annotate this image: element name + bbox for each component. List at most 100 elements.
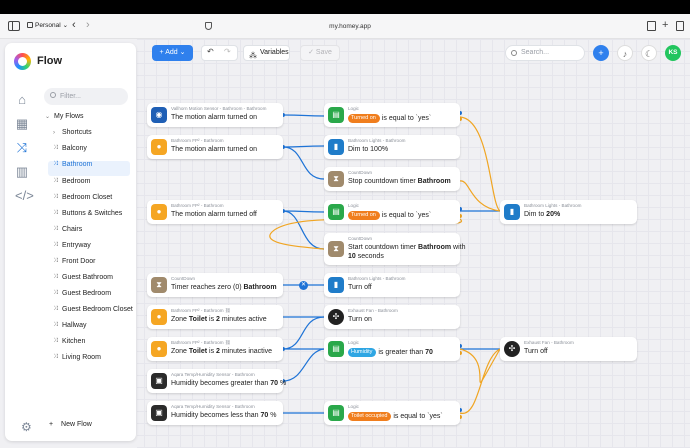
profile-selector[interactable]: Personal ⌄ [27,21,68,29]
sidebar-toggle-icon[interactable] [8,21,20,31]
trigger-card-motion-on-fp2[interactable]: ● Bathroom FP² - Bathroom The motion ala… [147,135,283,159]
card-text-bold: Toilet [188,348,208,355]
sidebar-item-balcony[interactable]: ⤨ Balcony [53,145,87,152]
logic-icon: ▤ [328,341,344,357]
flow-icon: ⤨ [53,194,58,200]
profile-icon [27,22,33,28]
action-card-start-countdown[interactable]: ⧗ CountDown Start countdown timer Bathro… [324,233,466,265]
chevron-down-icon: ⌄ [177,49,186,56]
trigger-card-humidity-less[interactable]: ▣ Aqara Temp/Humidity Sensor - Bathroom … [147,401,283,425]
sidebar-item-living-room[interactable]: ⤨ Living Room [53,354,101,361]
sidebar-item-front-door[interactable]: ⤨ Front Door [53,258,95,265]
card-text-part: Humidity becomes less than [171,412,261,419]
add-button[interactable]: + Add ⌄ [152,45,193,61]
filter-input[interactable]: Filter... [44,88,128,105]
card-text-part: minutes active [219,316,267,323]
sidebar-item-buttons-switches[interactable]: ⤨ Buttons & Switches [53,210,122,217]
sidebar-item-guest-bathroom[interactable]: ⤨ Guest Bathroom [53,274,113,281]
card-text: Dim to 20% [524,211,560,218]
motion-sensor-icon: ◉ [151,107,167,123]
sidebar-item-hallway[interactable]: ⤨ Hallway [53,322,87,329]
sidebar-item-bedroom-closet[interactable]: ⤨ Bedroom Closet [53,194,112,201]
sidebar-item-shortcuts[interactable]: › Shortcuts [53,129,92,136]
hourglass-icon: ⧗ [328,171,344,187]
avatar[interactable]: KS [665,45,681,61]
sidebar-item-bedroom[interactable]: ⤨ Bedroom [53,178,90,185]
condition-card-turned-on-2[interactable]: ▤ Logic Turned on is equal to `yes` [324,200,460,224]
action-card-stop-countdown[interactable]: ⧗ CountDown Stop countdown timer Bathroo… [324,167,460,191]
condition-card-turned-on[interactable]: ▤ Logic Turned on is equal to `yes` [324,103,460,127]
top-black-bar [0,0,690,14]
action-card-lights-off[interactable]: ▮ Bathroom Lights - Bathroom Turn off [324,273,460,297]
card-text-bold: 20% [546,211,561,218]
card-text-bold: Bathroom [243,284,277,291]
sidebar-item-guest-bedroom-closet[interactable]: ⤨ Guest Bedroom Closet [53,306,133,313]
card-text-rest: is equal to `yes` [393,413,443,420]
card-text-part: Zone [171,348,189,355]
new-flow-button[interactable]: + New Flow [49,421,92,428]
trigger-card-timer-zero[interactable]: ⧗ CountDown Timer reaches zero (0) Bathr… [147,273,283,297]
trigger-card-zone-active[interactable]: ● Bathroom FP² - Bathroom ⛓ Zone Toilet … [147,305,283,329]
search-placeholder: Search... [521,49,550,56]
moon-icon[interactable]: ☾ [641,45,657,61]
action-card-dim-20[interactable]: ▮ Bathroom Lights - Bathroom Dim to 20% [500,200,637,224]
action-card-fan-off[interactable]: ✣ Exhaust Fan - Bathroom Turn off [500,337,637,361]
flow-icon: ⤨ [53,178,58,184]
search-input[interactable]: Search... [505,45,585,61]
wire [282,114,325,117]
tabs-overview-icon[interactable] [676,21,684,31]
sidebar-item-kitchen[interactable]: ⤨ Kitchen [53,338,85,345]
flow-icon[interactable]: ⤨ [15,141,29,154]
sidebar-item-chairs[interactable]: ⤨ Chairs [53,226,82,233]
action-card-fan-on[interactable]: ✣ Exhaust Fan - Bathroom Turn on [324,305,460,329]
home-icon[interactable]: ⌂ [15,93,29,106]
new-tab-icon[interactable]: + [662,19,668,31]
insights-chart-icon[interactable]: ▥ [15,165,29,178]
wire [282,348,325,382]
sidebar-item-guest-bedroom[interactable]: ⤨ Guest Bedroom [53,290,111,297]
create-button[interactable]: + [593,45,609,61]
share-icon[interactable] [647,21,656,31]
card-text-part: Humidity becomes greater than [171,380,271,387]
card-text-bold: 70 [425,349,433,356]
gear-icon[interactable]: ⚙ [21,420,32,434]
browser-toolbar: Personal ⌄ ‹ › my.homey.app + [0,14,690,39]
trigger-card-motion-on-vallhorn[interactable]: ◉ Vallhorn Motion Sensor - Bathroom - Ba… [147,103,283,127]
address-bar[interactable]: my.homey.app [210,19,490,34]
card-text: Turn off [524,348,548,355]
lights-icon: ▮ [504,204,520,220]
trigger-card-zone-inactive[interactable]: ● Bathroom FP² - Bathroom ⛓ Zone Toilet … [147,337,283,361]
card-text-part: % [268,412,277,419]
condition-card-humidity[interactable]: ▤ Logic Humidity is greater than 70 [324,337,460,361]
card-text-part: Start countdown timer [348,244,419,251]
card-device: Aqara Temp/Humidity Sensor - Bathroom [171,404,255,409]
sidebar-item-entryway[interactable]: ⤨ Entryway [53,242,91,249]
sidebar-item-bathroom[interactable]: ⤨ Bathroom [53,161,92,168]
card-text-part: % [278,380,287,387]
trigger-card-humidity-greater[interactable]: ▣ Aqara Temp/Humidity Sensor - Bathroom … [147,369,287,393]
back-arrow-icon[interactable]: ‹ [72,19,76,31]
variables-button[interactable]: ⁂ Variables [243,45,290,61]
card-device-label: Bathroom FP² - Bathroom [171,340,224,345]
flow-icon: ⤨ [53,210,58,216]
bell-icon[interactable]: ♪ [617,45,633,61]
save-label: Save [315,49,332,56]
undo-icon[interactable]: ↶ [207,47,214,56]
filter-placeholder: Filter... [60,93,82,100]
flow-icon: ⤨ [53,306,58,312]
trigger-card-motion-off[interactable]: ● Bathroom FP² - Bathroom The motion ala… [147,200,283,224]
save-button[interactable]: ✓ Save [300,45,340,61]
flow-icon: ⤨ [53,145,58,151]
devices-grid-icon[interactable]: ▦ [15,117,29,130]
action-card-dim-100[interactable]: ▮ Bathroom Lights - Bathroom Dim to 100% [324,135,460,159]
connector-node-icon[interactable]: ✕ [299,281,308,290]
card-device: Exhaust Fan - Bathroom [348,308,398,313]
tree-root-my-flows[interactable]: ⌄ My Flows [45,113,84,120]
flow-icon: ⤨ [53,322,58,328]
sidebar-panel: Flow ⌂ ▦ ⤨ ▥ </> ⚙ Filter... ⌄ My Flows … [5,43,136,441]
condition-card-toilet-occupied[interactable]: ▤ Logic Toilet occupied is equal to `yes… [324,401,460,425]
forward-arrow-icon[interactable]: › [86,19,90,31]
card-device: CountDown [348,236,373,241]
code-icon[interactable]: </> [15,189,34,202]
redo-icon[interactable]: ↷ [224,47,231,56]
